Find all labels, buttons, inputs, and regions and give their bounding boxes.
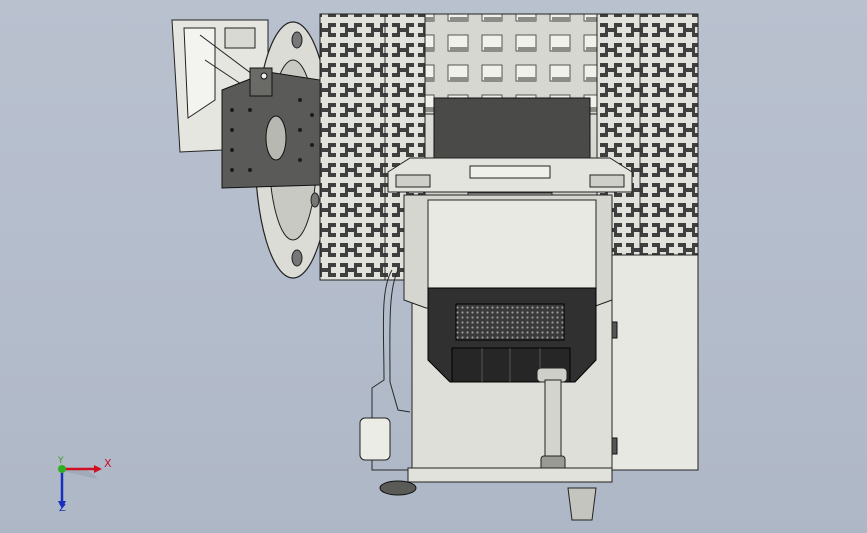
y-axis-label: Y	[58, 456, 64, 466]
z-axis-label: Z	[59, 503, 66, 514]
y-axis-dot	[58, 465, 66, 473]
rear-panel[interactable]	[433, 97, 591, 161]
cad-viewport[interactable]: X Y Z	[0, 0, 867, 533]
foot-left[interactable]	[379, 480, 417, 496]
3d-model[interactable]	[0, 0, 867, 533]
x-axis-label: X	[104, 457, 112, 470]
gear-housing[interactable]	[599, 254, 699, 471]
bottom-rail[interactable]	[407, 467, 613, 483]
mounting-plate[interactable]	[221, 67, 321, 189]
motor-block[interactable]	[427, 287, 597, 383]
filter-canister[interactable]	[359, 417, 391, 461]
